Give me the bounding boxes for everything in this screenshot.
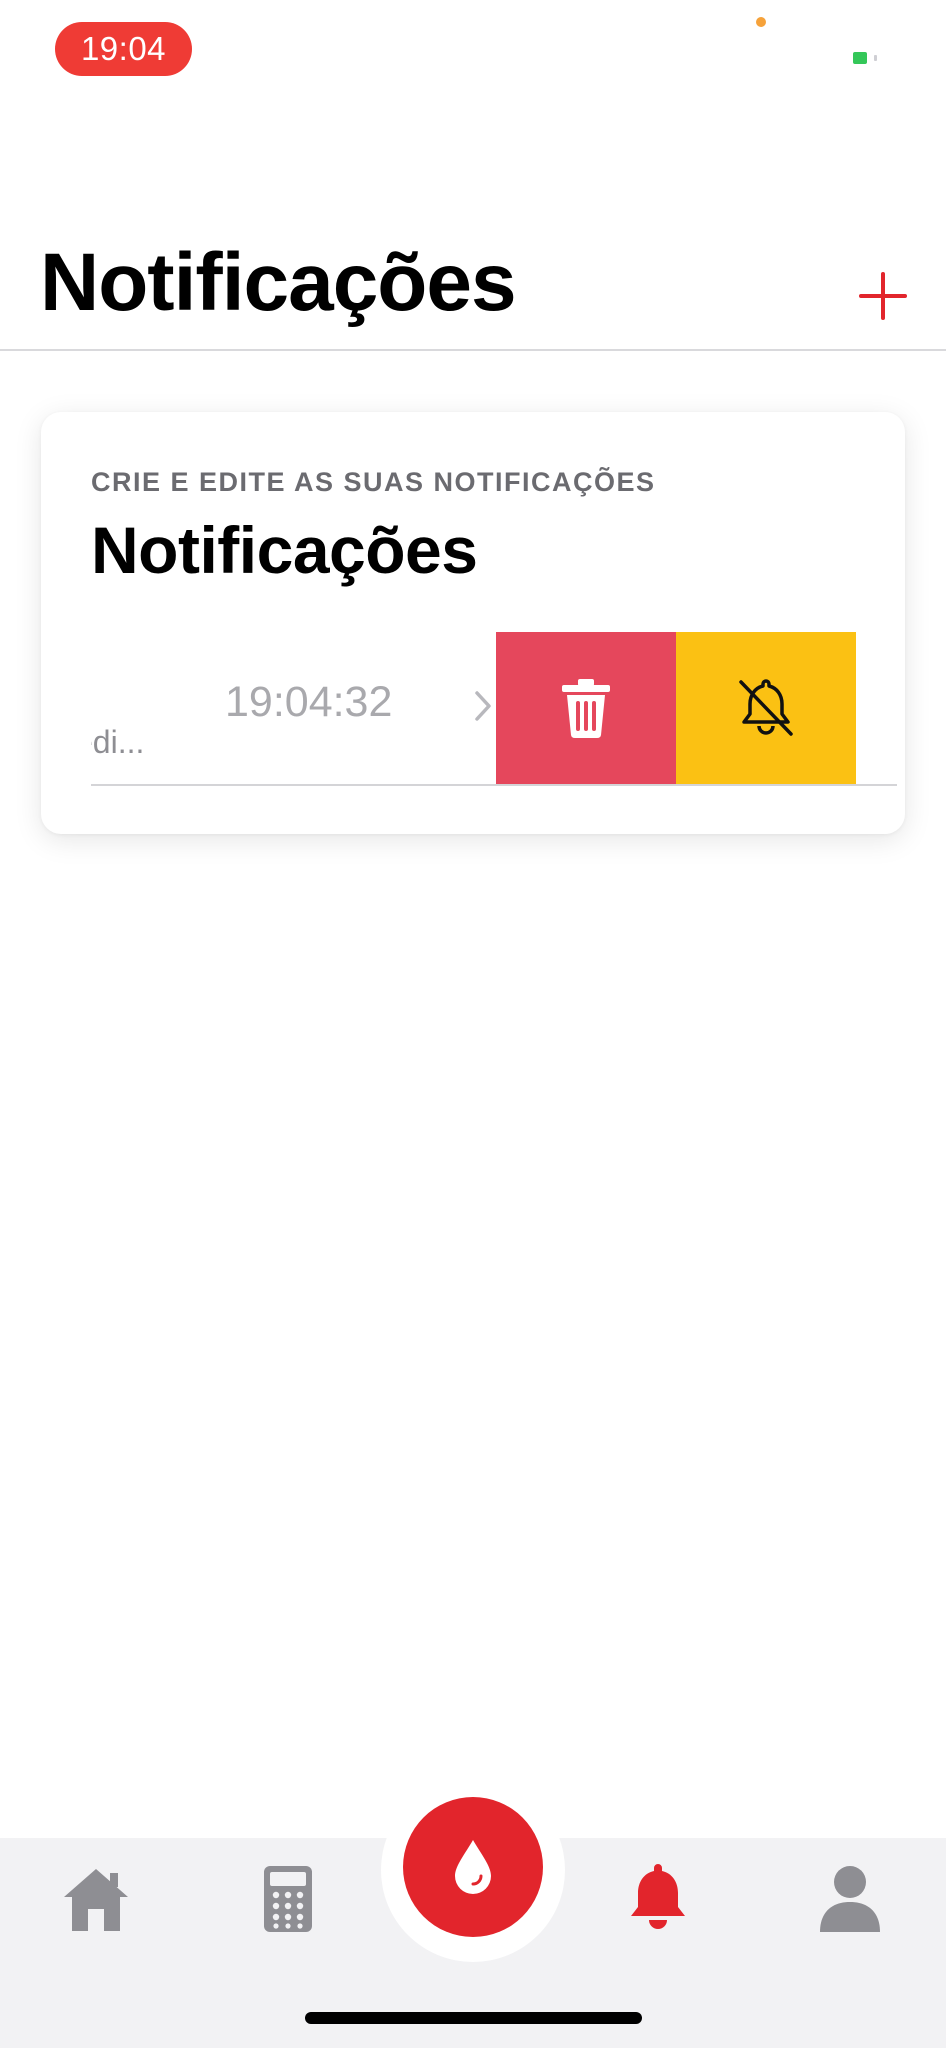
privacy-indicator-dot — [756, 17, 766, 27]
tab-notifications-bell-icon[interactable] — [627, 1862, 689, 1932]
trash-icon — [562, 679, 610, 738]
card-title: Notificações — [91, 513, 478, 587]
tab-profile-person-icon[interactable] — [818, 1864, 882, 1934]
tab-home-icon[interactable] — [60, 1865, 132, 1933]
mute-notification-button[interactable] — [676, 632, 856, 784]
chevron-right-icon — [475, 691, 491, 721]
delete-notification-button[interactable] — [496, 632, 676, 784]
notification-time: 19:04:32 — [225, 678, 393, 726]
battery-icon — [853, 52, 877, 64]
bell-slash-icon — [739, 679, 793, 736]
notification-row: edi... 19:04:32 — [91, 632, 897, 786]
notifications-card: CRIE E EDITE AS SUAS NOTIFICAÇÕES Notifi… — [41, 412, 905, 834]
home-indicator — [305, 2012, 642, 2024]
status-time: 19:04 — [55, 22, 192, 76]
tab-center-drop-button[interactable] — [403, 1797, 543, 1937]
page-title: Notificações — [40, 237, 517, 328]
blood-drop-icon — [455, 1840, 491, 1894]
header-divider — [0, 349, 946, 351]
notification-name: edi... — [91, 724, 145, 760]
row-divider — [91, 784, 897, 786]
add-notification-button[interactable] — [855, 268, 911, 324]
tab-calculator-icon[interactable] — [263, 1865, 313, 1933]
card-overline: CRIE E EDITE AS SUAS NOTIFICAÇÕES — [91, 467, 656, 497]
notification-row-content[interactable]: edi... 19:04:32 — [91, 632, 496, 784]
